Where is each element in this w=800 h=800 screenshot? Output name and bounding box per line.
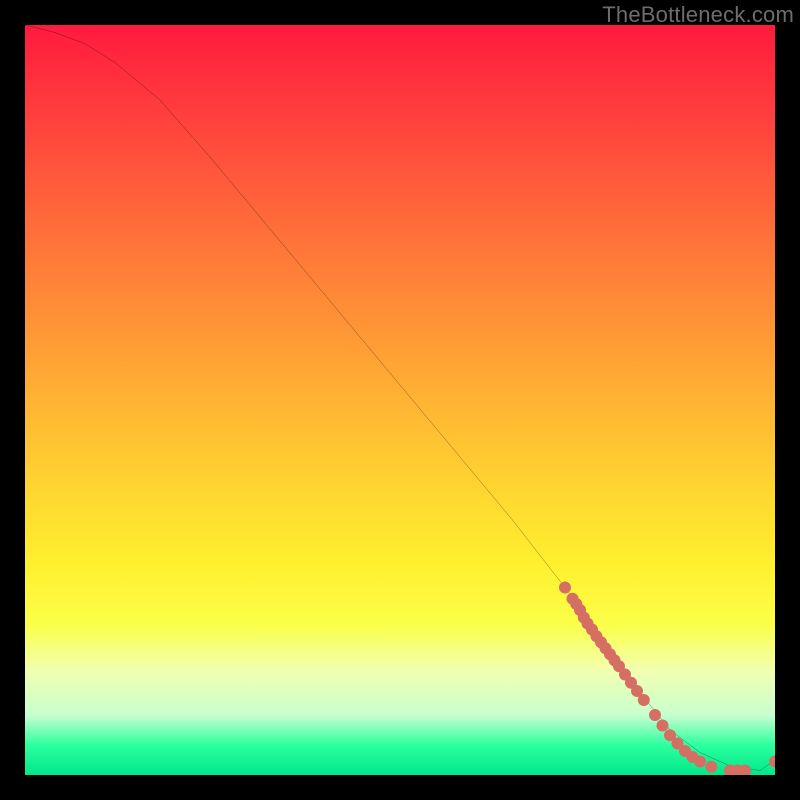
watermark-label: TheBottleneck.com xyxy=(602,2,794,28)
points-layer xyxy=(25,25,775,775)
data-point xyxy=(638,694,650,706)
data-point xyxy=(657,720,669,732)
data-point xyxy=(559,582,571,594)
sample-points xyxy=(559,582,775,776)
data-point xyxy=(769,756,775,768)
data-point xyxy=(649,709,661,721)
plot-area xyxy=(25,25,775,775)
data-point xyxy=(694,756,706,768)
data-point xyxy=(705,761,717,773)
chart-stage: TheBottleneck.com xyxy=(0,0,800,800)
